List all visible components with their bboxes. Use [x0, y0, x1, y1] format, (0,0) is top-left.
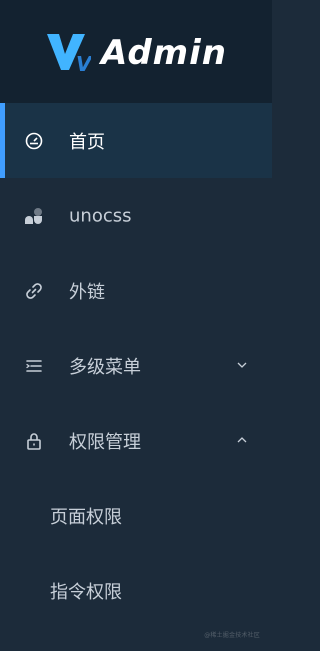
lock-icon — [27, 433, 41, 450]
logo-bar[interactable]: V3 Admin — [0, 0, 272, 103]
dashboard-icon — [25, 132, 43, 150]
menu-item-label: 外链 — [69, 281, 105, 303]
menu-item-label: 首页 — [69, 131, 105, 153]
watermark: @稀土掘金技术社区 — [204, 632, 260, 639]
unocss-icon — [25, 208, 42, 224]
menu-icon — [26, 360, 42, 372]
submenu-item-directive-permission[interactable]: 指令权限 — [0, 553, 272, 628]
submenu-item-page-permission[interactable]: 页面权限 — [0, 478, 272, 553]
link-icon — [26, 283, 42, 299]
app-title: Admin — [101, 32, 227, 73]
menu-item-home[interactable]: 首页 — [0, 103, 272, 178]
chevron-up-icon — [237, 437, 247, 443]
menu-item-label: unocss — [69, 205, 132, 226]
menu-item-external-link[interactable]: 外链 — [0, 253, 272, 328]
menu-item-label: 多级菜单 — [69, 356, 141, 378]
logo-mark-text: V3 — [76, 52, 91, 72]
menu-item-permission[interactable]: 权限管理 — [0, 403, 272, 478]
v3-logo-icon: V3 — [47, 33, 91, 72]
sidebar: V3 Admin 首页 unocss — [0, 0, 272, 651]
menu-item-multilevel[interactable]: 多级菜单 — [0, 328, 272, 403]
menu-item-unocss[interactable]: unocss — [0, 178, 272, 253]
submenu-item-label: 页面权限 — [50, 506, 122, 528]
chevron-down-icon — [237, 362, 247, 368]
side-menu: 首页 unocss 外链 多级菜单 权限管理 页面权限 指令权限 — [0, 103, 272, 628]
menu-item-label: 权限管理 — [69, 431, 141, 453]
submenu-item-label: 指令权限 — [50, 581, 122, 603]
